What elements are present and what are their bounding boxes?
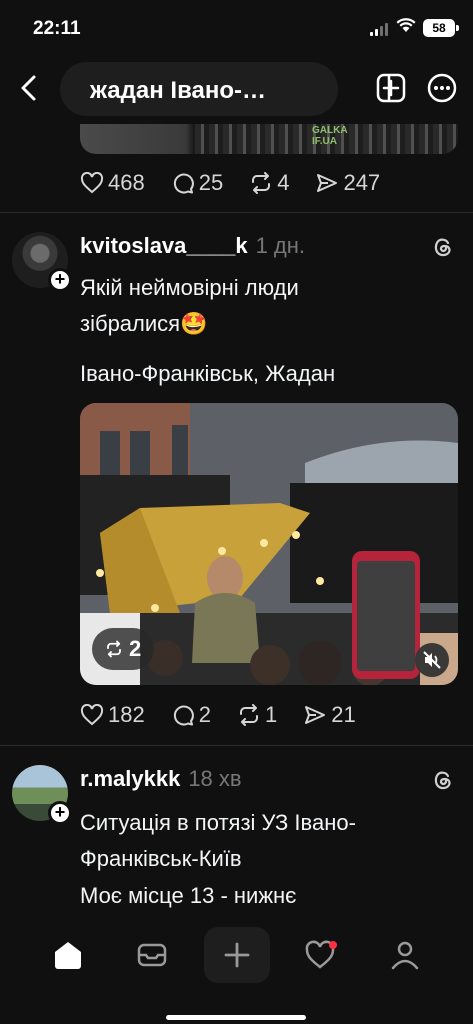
profile-icon — [391, 941, 419, 970]
comment-count: 25 — [198, 170, 224, 195]
post-divider — [0, 745, 473, 746]
post-time: 18 хв — [188, 766, 242, 791]
post-divider — [0, 212, 473, 213]
heart-icon — [80, 704, 104, 726]
post-text-line: зібралися🤩 — [80, 311, 208, 336]
inbox-icon — [137, 943, 167, 967]
repost-count: 1 — [264, 702, 278, 727]
nav-profile-button[interactable] — [372, 927, 438, 983]
repost-icon — [107, 640, 121, 658]
send-icon — [305, 706, 326, 724]
post-time: 1 дн. — [255, 233, 306, 258]
media-repost-badge[interactable]: 2 — [92, 628, 155, 670]
post-text-line: Франківськ-Київ — [80, 846, 242, 871]
repost-count: 4 — [277, 170, 290, 195]
previous-post-actions: 468 25 4 247 — [80, 168, 406, 198]
heart-icon — [80, 172, 104, 194]
more-options-button[interactable] — [427, 73, 457, 103]
post-username[interactable]: kvitoslava____k 1 дн. — [80, 233, 305, 259]
search-query-field[interactable]: жадан Івано-… — [60, 62, 338, 116]
post-text-line: Якій неймовірні люди — [80, 275, 299, 300]
comment-count: 2 — [198, 702, 211, 727]
wifi-icon — [396, 18, 416, 32]
like-button[interactable]: 182 — [80, 702, 145, 728]
battery-indicator: 58 — [423, 19, 459, 37]
status-bar: 22:11 58 — [0, 0, 473, 58]
like-button[interactable]: 468 — [80, 170, 145, 196]
activity-heart-icon — [305, 940, 337, 969]
nav-create-button[interactable] — [204, 927, 270, 983]
like-count: 468 — [108, 170, 145, 195]
share-button[interactable]: 247 — [315, 170, 380, 196]
repost-button[interactable]: 4 — [249, 170, 289, 196]
repost-button[interactable]: 1 — [237, 702, 277, 728]
status-time: 22:11 — [33, 18, 81, 39]
bottom-navigation — [0, 915, 473, 1024]
post-actions: 182 2 1 21 — [80, 700, 382, 730]
cellular-signal-icon — [370, 22, 388, 36]
follow-plus-icon[interactable]: + — [48, 268, 72, 292]
share-button[interactable]: 21 — [303, 702, 356, 728]
comment-icon — [173, 705, 194, 726]
follow-plus-icon[interactable]: + — [48, 801, 72, 825]
comment-button[interactable]: 25 — [171, 170, 223, 196]
back-button[interactable] — [14, 72, 44, 104]
like-count: 182 — [108, 702, 145, 727]
post-text-line: Івано-Франківськ, Жадан — [80, 361, 336, 386]
search-query-text: жадан Івано-… — [90, 77, 267, 104]
post-text-line: Ситуація в потязі УЗ Івано- — [80, 810, 356, 835]
previous-post-image[interactable]: GALKA IF.UA — [80, 124, 458, 154]
home-icon — [55, 942, 81, 969]
repost-icon — [252, 172, 271, 194]
share-count: 21 — [331, 702, 356, 727]
home-indicator — [166, 1015, 306, 1020]
comment-icon — [173, 173, 194, 194]
username-text[interactable]: r.malykkk — [80, 766, 180, 791]
threads-logo-icon — [434, 771, 451, 790]
nav-activity-button[interactable] — [288, 927, 354, 983]
post-media-image[interactable]: 2 — [80, 403, 458, 685]
plus-icon — [224, 942, 250, 968]
send-icon — [317, 174, 338, 192]
comment-button[interactable]: 2 — [171, 702, 211, 728]
media-repost-count: 2 — [129, 636, 142, 661]
share-count: 247 — [343, 170, 381, 195]
repost-icon — [239, 704, 258, 726]
post-text-line: Моє місце 13 - нижнє — [80, 883, 297, 908]
username-text[interactable]: kvitoslava____k — [80, 233, 248, 258]
threads-logo-icon — [434, 238, 451, 257]
image-sign-text: GALKA IF.UA — [312, 125, 348, 147]
post-username[interactable]: r.malykkk 18 хв — [80, 766, 242, 792]
mute-toggle-button[interactable] — [415, 643, 449, 677]
nav-inbox-button[interactable] — [119, 927, 185, 983]
nav-home-button[interactable] — [35, 927, 101, 983]
search-header: жадан Івано-… — [0, 58, 473, 122]
compose-button[interactable] — [376, 73, 406, 103]
